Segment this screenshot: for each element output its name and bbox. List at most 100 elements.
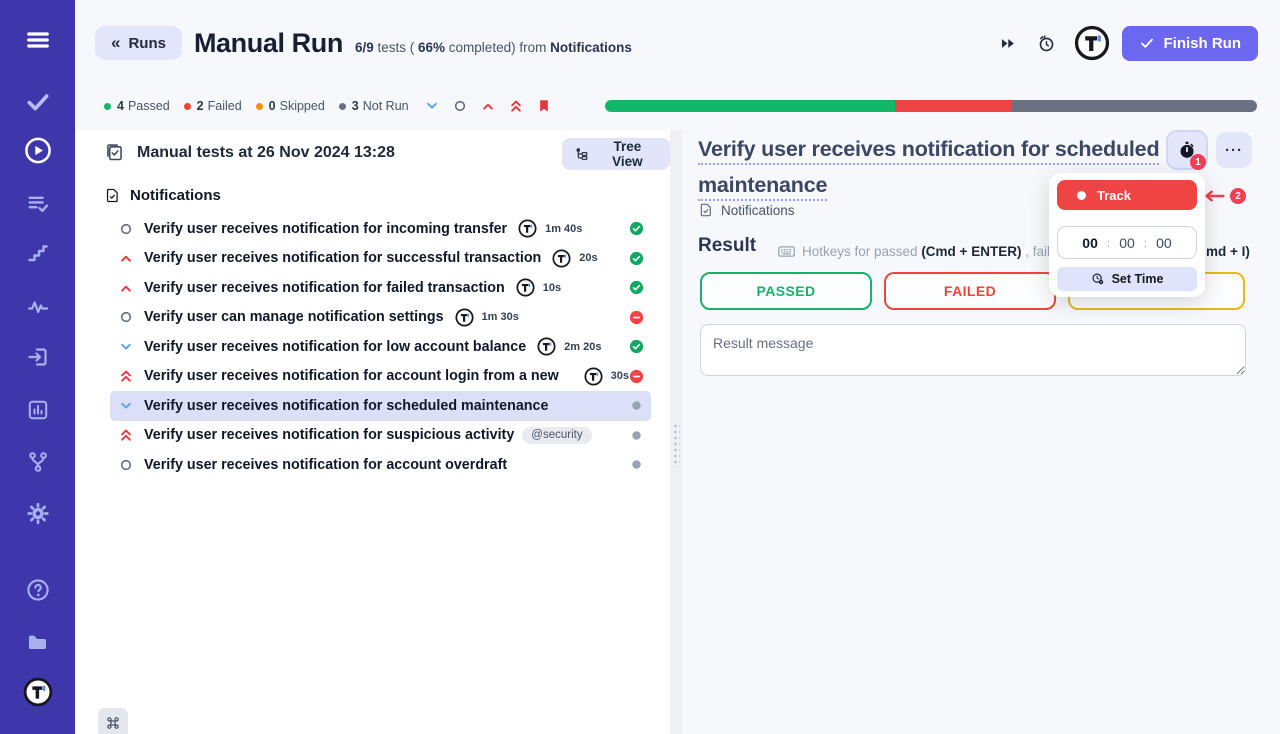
failed-button[interactable]: FAILED (884, 272, 1056, 310)
test-row[interactable]: Verify user receives notification for su… (110, 421, 651, 451)
command-icon (105, 715, 121, 731)
run-title-row: Manual tests at 26 Nov 2024 13:28 (104, 142, 395, 163)
back-chevrons-icon: « (111, 33, 120, 53)
menu-icon[interactable] (25, 27, 51, 53)
fast-forward-icon[interactable] (998, 34, 1017, 53)
steps-icon[interactable] (26, 241, 50, 265)
status-dot (184, 103, 191, 110)
test-duration: 20s (579, 252, 597, 264)
status-notrun-icon (629, 398, 644, 413)
legend-label: Failed (208, 99, 242, 113)
time-separator: : (1144, 236, 1147, 250)
test-title: Verify user receives notification for fa… (144, 280, 505, 296)
suite-file-icon (698, 202, 714, 218)
test-title: Verify user receives notification for ac… (144, 368, 573, 384)
priority-critical-icon (118, 427, 134, 443)
summary-suite: Notifications (550, 40, 632, 55)
suite-name: Notifications (130, 187, 221, 204)
help-icon[interactable] (26, 578, 50, 602)
test-row[interactable]: Verify user receives notification for ac… (110, 362, 651, 392)
chevron-up-red-icon[interactable] (480, 98, 496, 114)
circle-outline-icon[interactable] (452, 98, 468, 114)
check-icon[interactable] (25, 88, 51, 114)
priority-low-icon (118, 398, 134, 414)
status-dot (104, 103, 111, 110)
legend-count: 2 (197, 99, 204, 113)
back-to-runs-button[interactable]: « Runs (95, 26, 182, 60)
logo-icon[interactable] (23, 677, 53, 707)
test-row[interactable]: Verify user receives notification for sc… (110, 391, 651, 421)
gear-icon[interactable] (25, 501, 50, 526)
legend-item-not-run: 3Not Run (339, 99, 409, 113)
test-duration: 1m 40s (545, 223, 582, 235)
progress-segment-failed (895, 100, 1012, 112)
breadcrumb-label: Notifications (721, 203, 795, 218)
run-progress-bar (605, 100, 1257, 112)
timer-icon[interactable] (1037, 34, 1056, 53)
suite-header[interactable]: Notifications (104, 187, 221, 204)
sidebar (0, 0, 75, 734)
passed-button[interactable]: PASSED (700, 272, 872, 310)
test-row[interactable]: Verify user receives notification for fa… (110, 273, 651, 303)
progress-segment-notrun (1012, 100, 1257, 112)
status-dot (256, 103, 263, 110)
pulse-icon[interactable] (26, 295, 50, 319)
test-source-logo-icon (516, 278, 535, 297)
tests-count: 6/9 (355, 40, 374, 55)
test-title: Verify user receives notification for sc… (144, 398, 548, 414)
status-dot (339, 103, 346, 110)
summary-text: completed) from (445, 40, 550, 55)
folder-icon[interactable] (26, 630, 50, 654)
result-message-input[interactable] (700, 324, 1246, 376)
legend-count: 4 (117, 99, 124, 113)
test-title: Verify user receives notification for su… (144, 250, 541, 266)
legend-label: Not Run (363, 99, 409, 113)
timer-popup: Track 00 : 00 : 00 Set Time (1049, 173, 1205, 297)
test-duration: 2m 20s (564, 341, 601, 353)
run-progress-summary: 6/9 tests ( 66% completed) from Notifica… (355, 40, 632, 55)
set-time-button[interactable]: Set Time (1057, 267, 1197, 291)
test-tag-badge: @security (522, 427, 591, 444)
hours-input[interactable]: 00 (1082, 235, 1098, 251)
chevrons-up-red-icon[interactable] (508, 98, 524, 114)
list-check-icon[interactable] (25, 191, 50, 216)
app-logo-icon[interactable] (1074, 25, 1110, 61)
finish-run-button[interactable]: Finish Run (1122, 26, 1259, 61)
panel-resizer[interactable] (670, 130, 682, 734)
seconds-input[interactable]: 00 (1156, 235, 1172, 251)
record-dot-icon (1077, 191, 1086, 200)
branch-icon[interactable] (26, 450, 50, 474)
import-icon[interactable] (26, 345, 50, 369)
test-duration: 30s (611, 370, 629, 382)
test-row[interactable]: Verify user can manage notification sett… (110, 303, 651, 333)
resizer-grip-icon (673, 423, 680, 467)
status-failed-icon (629, 310, 644, 325)
play-circle-icon[interactable] (23, 136, 52, 165)
completed-percent: 66% (418, 40, 445, 55)
track-time-button[interactable]: Track (1057, 180, 1197, 210)
chevron-down-blue-icon[interactable] (424, 98, 440, 114)
back-to-runs-label: Runs (128, 35, 166, 52)
chart-icon[interactable] (26, 398, 50, 422)
test-source-logo-icon (455, 308, 474, 327)
test-title: Verify user receives notification for lo… (144, 339, 526, 355)
hotkeys-passed-combo: (Cmd + ENTER) (921, 244, 1021, 259)
legend-label: Passed (128, 99, 170, 113)
bookmark-red-icon[interactable] (536, 98, 552, 114)
test-row[interactable]: Verify user receives notification for ac… (110, 450, 651, 480)
tree-view-button[interactable]: Tree View (562, 138, 670, 170)
test-source-logo-icon (518, 219, 537, 238)
tree-view-label: Tree View (597, 139, 658, 169)
test-row[interactable]: Verify user receives notification for lo… (110, 332, 651, 362)
command-shortcut-button[interactable] (98, 708, 128, 734)
suite-breadcrumb[interactable]: Notifications (698, 202, 795, 218)
keyboard-icon (777, 242, 796, 261)
test-row[interactable]: Verify user receives notification for su… (110, 244, 651, 274)
minutes-input[interactable]: 00 (1119, 235, 1135, 251)
tree-view-icon (574, 146, 590, 162)
result-heading: Result (698, 235, 756, 257)
status-passed-icon (629, 339, 644, 354)
more-options-button[interactable]: ··· (1216, 132, 1252, 168)
test-row[interactable]: Verify user receives notification for in… (110, 214, 651, 244)
annotation-badge-1: 1 (1190, 154, 1206, 170)
